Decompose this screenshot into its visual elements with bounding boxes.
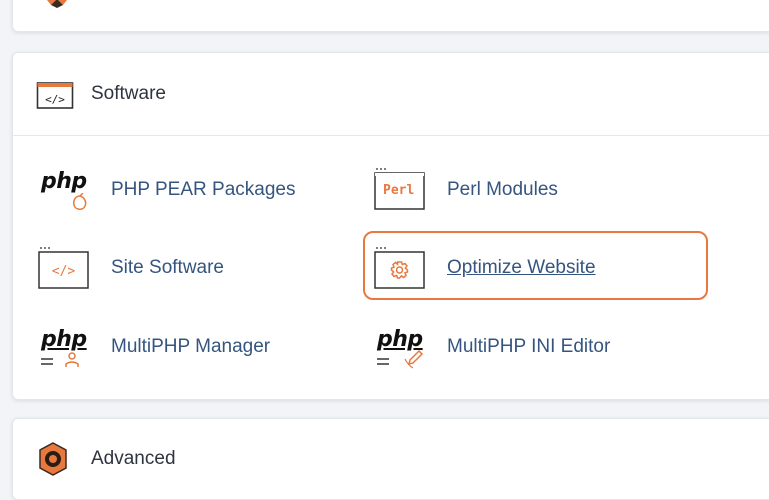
php-ini-editor-icon: php: [375, 325, 429, 371]
perl-icon: Perl: [373, 167, 427, 213]
code-window-icon: </>: [36, 82, 74, 109]
software-panel: </> Software php PHP PEAR Packages Perl …: [12, 52, 769, 400]
svg-text:</>: </>: [52, 264, 76, 279]
advanced-panel[interactable]: Advanced: [12, 418, 769, 500]
item-multiphp-manager[interactable]: php MultiPHP Manager: [39, 325, 339, 371]
software-title: Software: [91, 83, 166, 104]
item-label: MultiPHP Manager: [111, 336, 271, 357]
item-site-software[interactable]: </> Site Software: [37, 246, 317, 292]
item-label: Perl Modules: [447, 179, 558, 200]
site-software-icon: </>: [37, 246, 91, 292]
svg-text:</>: </>: [45, 93, 65, 106]
advanced-gear-icon: [39, 442, 67, 476]
advanced-title: Advanced: [91, 448, 176, 469]
software-header[interactable]: </> Software: [13, 53, 769, 136]
item-multiphp-ini-editor[interactable]: php MultiPHP INI Editor: [375, 325, 675, 371]
item-php-pear-packages[interactable]: php PHP PEAR Packages: [39, 169, 319, 215]
php-manager-icon: php: [39, 325, 93, 371]
section-logo-icon: [47, 0, 67, 8]
php-pear-icon: php: [39, 169, 89, 215]
previous-section-panel: [12, 0, 769, 32]
item-perl-modules[interactable]: Perl Perl Modules: [373, 167, 673, 213]
item-label: PHP PEAR Packages: [111, 179, 296, 200]
item-label: Site Software: [111, 257, 224, 278]
highlight-frame: [363, 231, 708, 300]
item-label: MultiPHP INI Editor: [447, 336, 611, 357]
